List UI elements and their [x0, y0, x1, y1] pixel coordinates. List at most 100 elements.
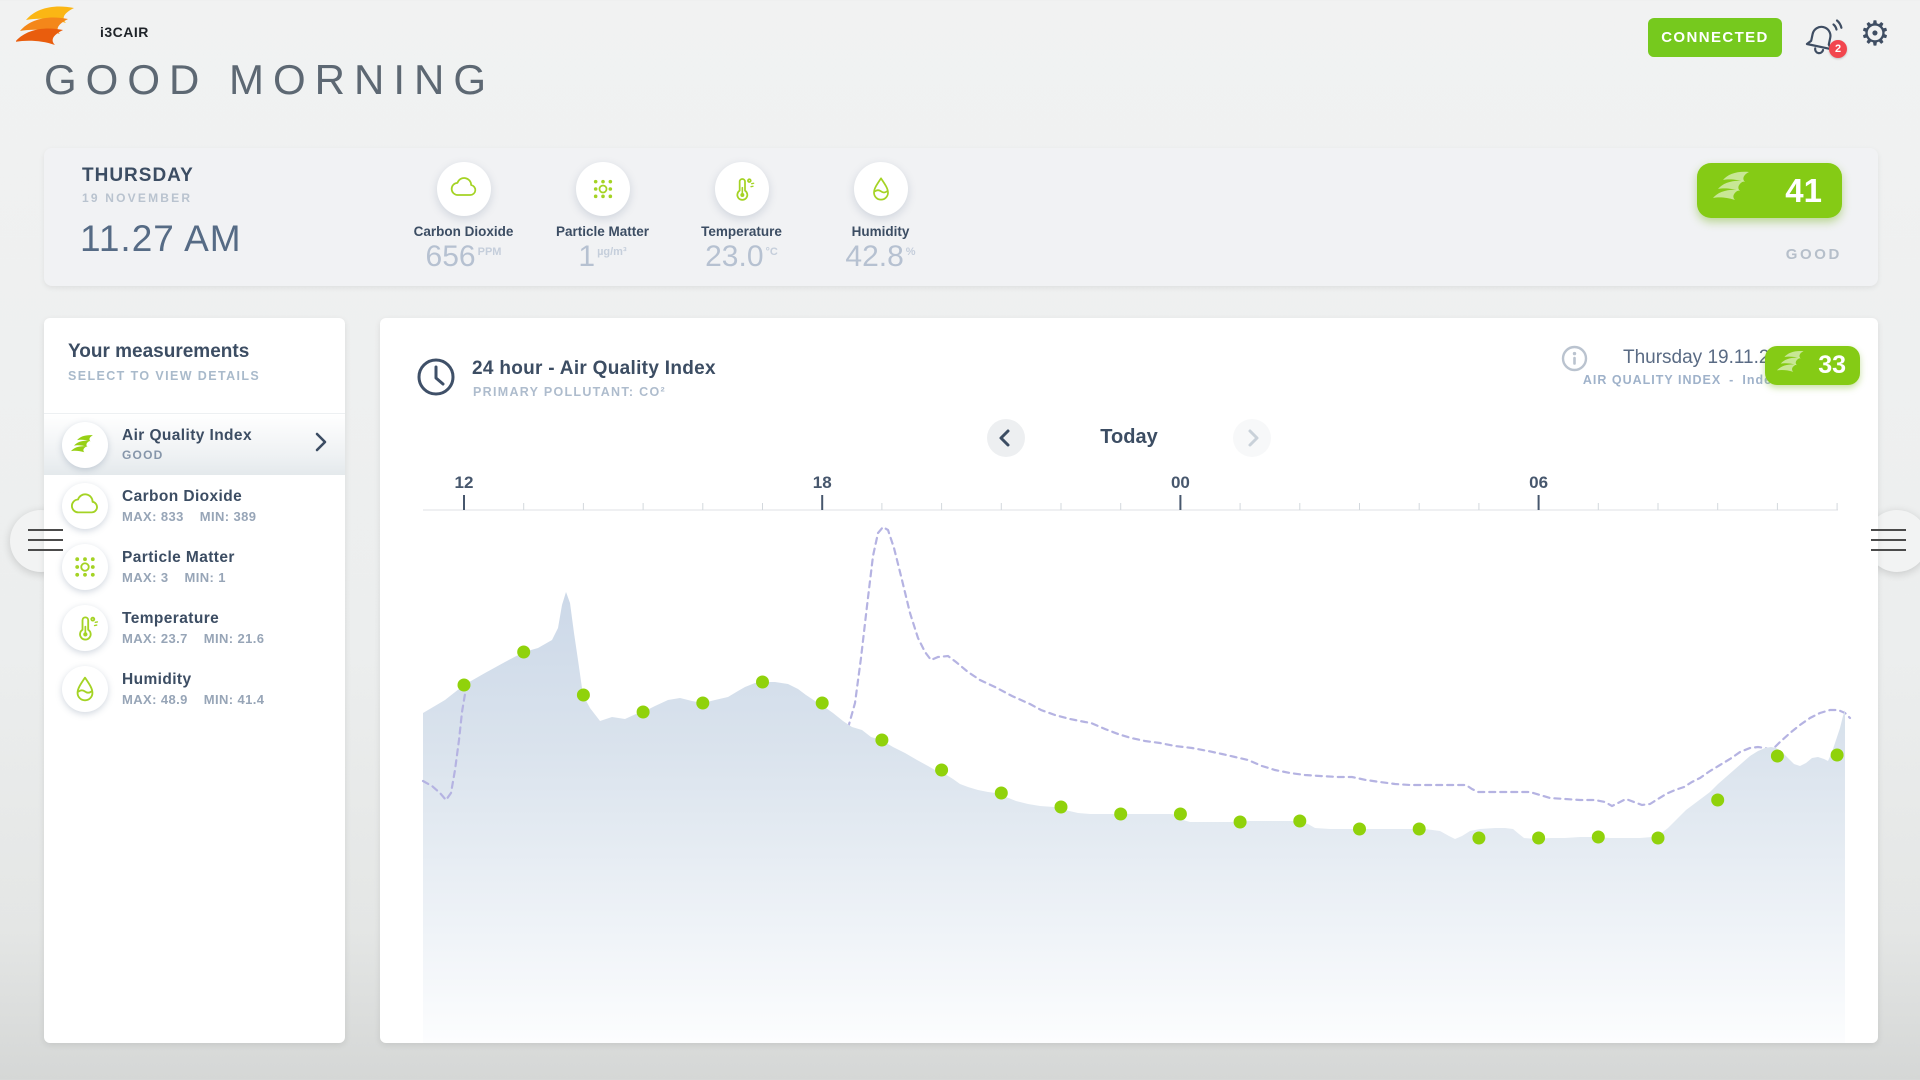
top-bar: i3CAIR CONNECTED 2 ⚙ — [0, 0, 1920, 60]
metric-icon-circle — [854, 162, 908, 216]
metric-unit: % — [906, 246, 916, 258]
left-menu-button[interactable] — [28, 529, 63, 551]
metric-icon-circle — [715, 162, 769, 216]
measurement-icon-circle — [62, 422, 108, 468]
aqi-value-large: 41 — [1759, 172, 1842, 210]
metric-value: 656PPM — [394, 240, 533, 274]
metric-icon-circle — [437, 162, 491, 216]
banner-date: 19 NOVEMBER — [82, 191, 192, 205]
metric-unit: PPM — [478, 246, 502, 258]
aqi-chart-card: 24 hour - Air Quality Index PRIMARY POLL… — [380, 318, 1878, 1043]
measurements-panel: Your measurements SELECT TO VIEW DETAILS… — [44, 318, 345, 1043]
x-axis-tick-label: 12 — [455, 473, 474, 492]
measurement-values: GOOD — [122, 448, 313, 462]
metric-icon-circle — [576, 162, 630, 216]
aqi-hour-dot[interactable] — [1472, 832, 1485, 845]
measurement-label: Particle Matter — [122, 549, 329, 567]
aqi-hour-dot[interactable] — [935, 764, 948, 777]
measurement-values: MAX: 48.9MIN: 41.4 — [122, 692, 329, 707]
measurements-subtitle: SELECT TO VIEW DETAILS — [68, 369, 260, 383]
aqi-status-label: GOOD — [1786, 246, 1842, 263]
page-title: GOOD MORNING — [44, 56, 495, 104]
sidebar-item-air-quality-index[interactable]: Air Quality Index GOOD — [44, 413, 345, 475]
aqi-hour-dot[interactable] — [1353, 823, 1366, 836]
aqi-hour-dot[interactable] — [1293, 815, 1306, 828]
thermometer-icon — [68, 611, 102, 645]
aqi-hour-dot[interactable] — [1711, 794, 1724, 807]
banner-metric: Humidity 42.8% — [811, 162, 950, 274]
aqi-24h-chart: 12 18 00 06 — [380, 318, 1878, 1043]
x-axis-tick-label: 18 — [813, 473, 832, 492]
sidebar-item-carbon-dioxide[interactable]: Carbon Dioxide MAX: 833MIN: 389 — [44, 475, 345, 536]
dots-icon — [587, 173, 619, 205]
connected-status-button[interactable]: CONNECTED — [1648, 18, 1782, 57]
cloud-icon — [68, 489, 102, 523]
aqi-area-series — [423, 592, 1845, 1043]
measurement-icon-circle — [62, 483, 108, 529]
measurement-icon-circle — [62, 544, 108, 590]
metric-label: Carbon Dioxide — [394, 224, 533, 239]
banner-time: 11.27 AM — [80, 218, 242, 260]
measurements-list: Air Quality Index GOOD Carbon Dioxide MA… — [44, 413, 345, 719]
aqi-hour-dot[interactable] — [1055, 801, 1068, 814]
sidebar-item-humidity[interactable]: Humidity MAX: 48.9MIN: 41.4 — [44, 658, 345, 719]
aqi-hour-dot[interactable] — [816, 697, 829, 710]
metric-value: 42.8% — [811, 240, 950, 274]
thermometer-icon — [726, 173, 758, 205]
droplet-icon — [865, 173, 897, 205]
notifications-button[interactable]: 2 — [1803, 16, 1847, 60]
aqi-hour-dot[interactable] — [875, 734, 888, 747]
aqi-hour-dot[interactable] — [1174, 808, 1187, 821]
aqi-hour-dot[interactable] — [1771, 750, 1784, 763]
aqi-hour-dot[interactable] — [577, 689, 590, 702]
aqi-hour-dot[interactable] — [1532, 832, 1545, 845]
right-menu-button[interactable] — [1871, 529, 1906, 551]
chevron-right-icon — [313, 430, 329, 459]
summary-banner-card: THURSDAY 19 NOVEMBER 11.27 AM Carbon Dio… — [44, 148, 1878, 286]
aqi-hour-dot[interactable] — [1831, 749, 1844, 762]
measurement-values: MAX: 833MIN: 389 — [122, 509, 329, 524]
brand-name: i3CAIR — [100, 24, 149, 40]
waves-icon — [1713, 171, 1759, 210]
aqi-hour-dot[interactable] — [756, 676, 769, 689]
banner-metric: Particle Matter 1µg/m³ — [533, 162, 672, 274]
metric-label: Temperature — [672, 224, 811, 239]
x-axis-tick-label: 00 — [1171, 473, 1190, 492]
droplet-icon — [68, 672, 102, 706]
aqi-badge-large: 41 — [1697, 163, 1842, 218]
x-axis-tick-label: 06 — [1529, 473, 1548, 492]
measurement-values: MAX: 23.7MIN: 21.6 — [122, 631, 329, 646]
metric-unit: °C — [766, 246, 778, 258]
measurements-title: Your measurements — [68, 341, 249, 363]
dots-icon — [68, 550, 102, 584]
measurement-label: Humidity — [122, 671, 329, 689]
banner-metrics: Carbon Dioxide 656PPM Particle Matter 1µ… — [394, 162, 950, 274]
metric-value: 1µg/m³ — [533, 240, 672, 274]
banner-day: THURSDAY — [82, 165, 194, 187]
measurement-icon-circle — [62, 605, 108, 651]
aqi-hour-dot[interactable] — [1413, 823, 1426, 836]
metric-value: 23.0°C — [672, 240, 811, 274]
aqi-hour-dot[interactable] — [1234, 816, 1247, 829]
aqi-hour-dot[interactable] — [1652, 832, 1665, 845]
sidebar-item-temperature[interactable]: Temperature MAX: 23.7MIN: 21.6 — [44, 597, 345, 658]
cloud-icon — [448, 173, 480, 205]
metric-unit: µg/m³ — [597, 246, 627, 258]
aqi-hour-dot[interactable] — [517, 646, 530, 659]
measurement-label: Temperature — [122, 610, 329, 628]
measurement-label: Air Quality Index — [122, 427, 313, 445]
banner-metric: Temperature 23.0°C — [672, 162, 811, 274]
settings-gear-icon[interactable]: ⚙ — [1855, 12, 1895, 56]
aqi-hour-dot[interactable] — [458, 679, 471, 692]
aqi-hour-dot[interactable] — [637, 706, 650, 719]
waves-icon — [71, 434, 99, 456]
aqi-hour-dot[interactable] — [696, 697, 709, 710]
notification-count-badge: 2 — [1829, 40, 1847, 58]
aqi-hour-dot[interactable] — [995, 787, 1008, 800]
sidebar-item-particle-matter[interactable]: Particle Matter MAX: 3MIN: 1 — [44, 536, 345, 597]
aqi-hour-dot[interactable] — [1592, 831, 1605, 844]
measurement-values: MAX: 3MIN: 1 — [122, 570, 329, 585]
metric-label: Humidity — [811, 224, 950, 239]
brand-logo-icon — [16, 6, 80, 55]
aqi-hour-dot[interactable] — [1114, 808, 1127, 821]
